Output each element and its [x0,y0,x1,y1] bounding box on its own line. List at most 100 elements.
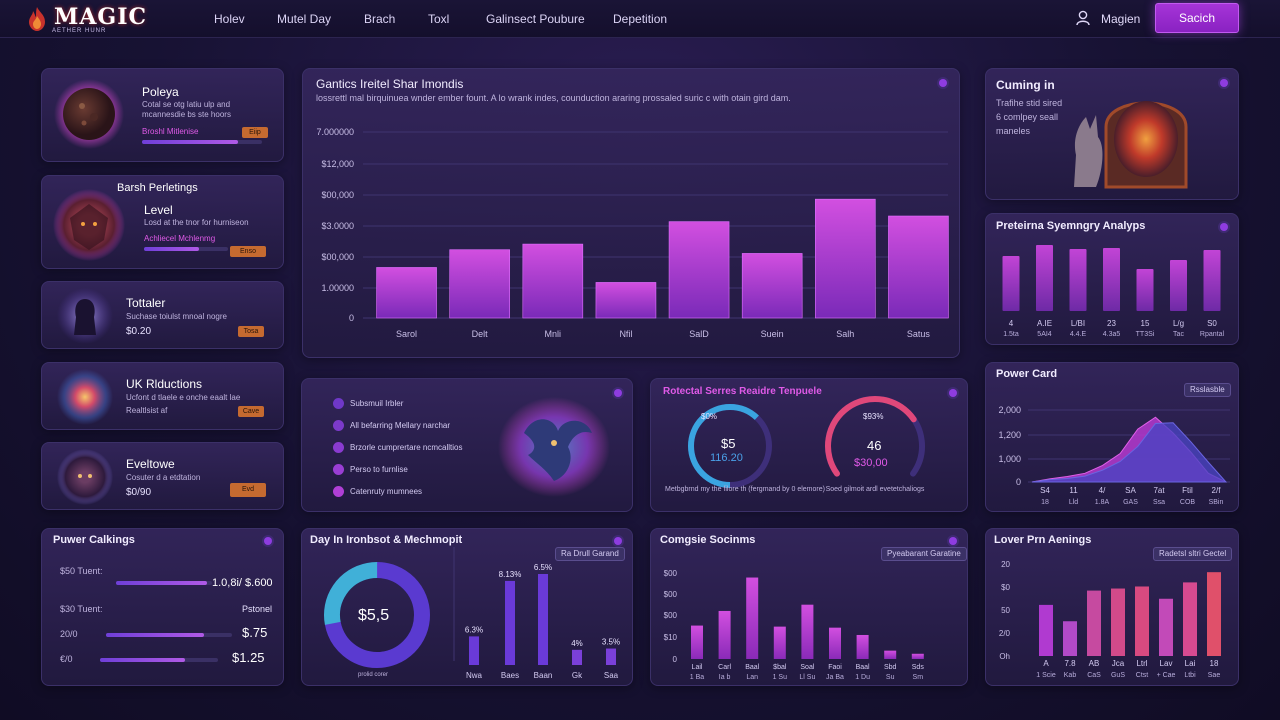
row-progress [100,658,218,662]
x-tick-label: 2/f [1212,486,1222,495]
card-badge[interactable]: Cave [238,406,264,417]
x-tick-label: Baes [501,671,519,680]
y-tick-label: $00 [664,590,678,599]
card-badge[interactable]: Enso [230,246,266,257]
legend-dot-icon [333,420,344,431]
card-title: Cuming in [996,78,1055,92]
x-tick-sublabel: Kab [1064,672,1077,679]
bar [884,650,897,659]
x-tick-label: S4 [1040,486,1050,495]
y-tick-label: $00,000 [321,252,354,262]
row-progress [116,581,212,585]
x-tick-label: 15 [1141,319,1150,328]
bar [773,626,786,659]
x-tick-label: 7at [1153,486,1165,495]
x-tick-sublabel: 18 [1041,499,1049,506]
donut-center-value: $5,5 [358,607,390,624]
nav-item-2[interactable]: Mutel Day [277,0,331,38]
nav-item-6[interactable]: Depetition [613,0,667,38]
gauge-caption: Metbgbrnd my the filore th (fergmand by … [665,486,825,493]
x-tick-sublabel: Su [886,674,895,681]
y-tick-label: 7.000000 [316,127,354,137]
bar [741,253,803,319]
card-text-line: Suchase toiulst mnoal nogre [126,312,227,321]
left-card-level[interactable]: Barsh Perletings Level Losd at the tnor … [41,175,284,269]
row-value: 1.0,8i/ $.600 [212,577,273,589]
x-tick-label: Nfil [619,329,632,339]
left-card-reductions[interactable]: UK Rlductions Ucfont d tlaele e onche ea… [41,362,284,430]
x-tick-sublabel: TT3Si [1136,331,1155,338]
x-tick-sublabel: 4.3a5 [1103,331,1121,338]
coming-in-card[interactable]: Cuming in Trafihe stid sired 6 comlpey s… [985,68,1239,200]
lower-earnings-card: Lover Prn Aenings Radetsl sltri Gectel O… [985,528,1239,686]
row-label: €/0 [60,654,73,664]
y-tick-label: 20 [1001,560,1010,569]
card-text-line: Cotal se otg latiu ulp and [142,100,231,109]
legend-item[interactable]: Catenruty mumnees [333,486,422,497]
card-badge[interactable]: Tosa [238,326,264,337]
y-tick-label: 0 [673,655,678,664]
legend-dot-icon [333,442,344,453]
legend-item[interactable]: Perso to furnlise [333,464,408,475]
legend-item[interactable]: Brzorle cumprertare ncmcalltios [333,442,462,453]
creature-icon [57,449,113,505]
perf-chart-svg: 4 1.5ta A.IE 5AI4 L/BI 4.4.E 23 4.3a5 15 TT3Si L/g… [1002,245,1225,338]
x-tick-sublabel: 1 Ba [690,674,705,681]
bar [606,648,616,665]
card-title: Eveltowe [126,457,175,471]
donut-caption: prolid corer [358,672,389,678]
x-tick-label: Nwa [466,671,483,680]
bar [1039,604,1053,656]
power-calkings-card: Puwer Calkings $50 Tuent: 1.0,8i/ $.600 … [41,528,284,686]
x-tick-label: Sds [912,664,925,671]
x-tick-label: 4 [1009,319,1014,328]
nav-item-4[interactable]: Toxl [428,0,449,38]
bar [668,221,730,319]
nav-item-5[interactable]: Galinsect Poubure [486,0,585,38]
gauge-card: Rotectal Serres Reaidre Tenpuele $0% $5 … [650,378,968,512]
legend-item[interactable]: Subsmuil Irbler [333,398,403,409]
progress-fill [106,633,205,637]
x-tick-label: Suein [761,329,784,339]
y-tick-label: 0 [1016,477,1021,487]
x-tick-label: Lav [1160,659,1173,668]
brand-logo[interactable]: MAGIC AETHER HUNR [24,4,164,36]
left-card-poleya[interactable]: Poleya Cotal se otg latiu ulp and mcanne… [41,68,284,162]
nav-item-3[interactable]: Brach [364,0,395,38]
y-tick-label: $10 [664,633,678,642]
left-card-tottaler[interactable]: Tottaler Suchase toiulst mnoal nogre $0.… [41,281,284,349]
bar [888,215,949,319]
x-tick-sublabel: 5AI4 [1037,331,1052,338]
x-tick-sublabel: Lan [746,674,758,681]
lower-chart-svg: Oh 2/0 50 $0 20 A 1 Scie 7.8 Kab AB CaS Jca GuS Ltrl C… [999,560,1221,679]
legend-item[interactable]: All befarring Mellary narchar [333,420,450,431]
data-label: 6.3% [465,625,483,634]
bar [505,580,515,665]
brand-name: MAGIC [54,4,148,30]
x-tick-label: SalD [689,329,709,339]
x-tick-label: Faoi [828,664,842,671]
card-text-line: Trafihe stid sired [996,98,1063,108]
x-tick-sublabel: Ja Ba [826,674,844,681]
row-progress [106,633,232,637]
nav-item-1[interactable]: Holev [214,0,245,38]
card-badge[interactable]: Eiip [242,127,268,138]
power-card: Power Card Rsslasble 0 1,000 1,200 2,000 S4 1… [985,362,1239,512]
top-bar: MAGIC AETHER HUNR Holev Mutel Day Brach … [0,0,1280,38]
left-card-eveltowe[interactable]: Eveltowe Cosuter d a etdtation $0/90 Evd [41,442,284,510]
x-tick-sublabel: Tac [1173,331,1184,338]
x-tick-sublabel: 4.4.E [1070,331,1087,338]
gauge-top-label: $0% [701,412,718,421]
row-value: $1.25 [232,650,265,665]
progress-fill [144,247,199,251]
x-tick-label: Sbd [884,664,897,671]
campaign-chart-svg: 0 $10 $00 $00 $00 Lail 1 Ba Carl Ia b Baal Lan $bal… [664,569,925,681]
card-badge[interactable]: Evd [230,483,266,497]
x-tick-label: Soal [800,664,814,671]
card-options-icon[interactable] [614,389,622,397]
card-options-icon[interactable] [264,537,272,545]
x-tick-label: Satus [907,329,931,339]
gauge-top-label: $93% [863,412,884,421]
card-text-line: maneles [996,126,1031,136]
search-button[interactable]: Sacich [1155,3,1239,33]
